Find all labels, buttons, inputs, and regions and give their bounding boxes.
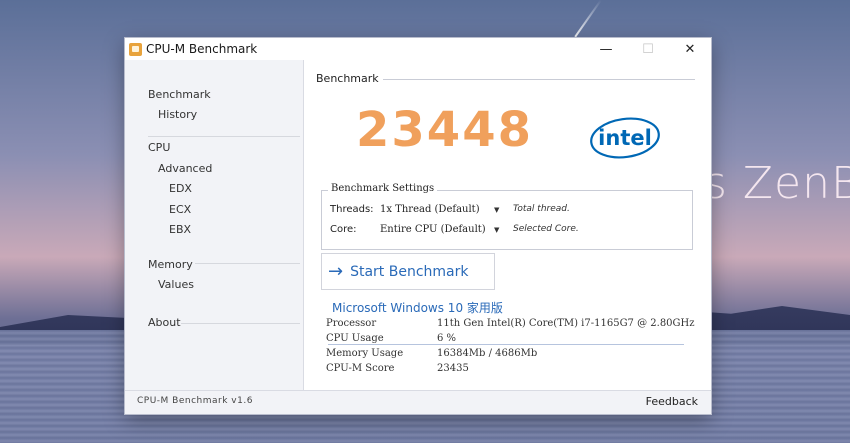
sidebar-divider (195, 263, 300, 264)
status-bar: CPU-M Benchmark v1.6 Feedback (125, 390, 711, 414)
app-icon (129, 42, 142, 56)
minimize-button[interactable]: — (585, 38, 627, 60)
sidebar-item-about[interactable]: About (148, 316, 181, 329)
core-select[interactable]: Entire CPU (Default) (380, 224, 486, 235)
threads-select[interactable]: 1x Thread (Default) (380, 204, 480, 215)
chevron-down-icon[interactable]: ▼ (494, 206, 499, 214)
sidebar-item-memory[interactable]: Memory (148, 258, 193, 271)
version-label: CPU-M Benchmark v1.6 (137, 396, 253, 406)
sidebar-item-benchmark[interactable]: Benchmark (148, 88, 211, 101)
sidebar-divider (181, 323, 300, 324)
wallpaper-light-streak (574, 0, 602, 38)
sidebar-item-advanced[interactable]: Advanced (158, 162, 212, 175)
benchmark-panel: Benchmark 23448 intel Benchmark Settings… (304, 60, 711, 391)
start-benchmark-label: Start Benchmark (350, 263, 469, 280)
os-divider (328, 344, 684, 345)
core-note: Selected Core. (513, 224, 579, 234)
sidebar-divider (148, 136, 300, 137)
memory-usage-key: Memory Usage (326, 348, 404, 359)
feedback-link[interactable]: Feedback (646, 395, 698, 408)
core-label: Core: (330, 224, 357, 235)
close-button[interactable]: ✕ (669, 38, 711, 60)
benchmark-score: 23448 (356, 102, 533, 158)
intel-logo: intel (590, 117, 660, 159)
app-window: CPU-M Benchmark — ☐ ✕ Benchmark History … (125, 38, 711, 414)
chevron-down-icon[interactable]: ▼ (494, 226, 499, 234)
cpu-m-score-key: CPU-M Score (326, 363, 395, 374)
threads-note: Total thread. (513, 204, 570, 214)
sidebar-item-ecx[interactable]: ECX (169, 203, 191, 216)
cpu-usage-key: CPU Usage (326, 333, 384, 344)
arrow-right-icon: → (328, 261, 344, 282)
memory-usage-value: 16384Mb / 4686Mb (437, 348, 538, 359)
sidebar-item-ebx[interactable]: EBX (169, 223, 191, 236)
sidebar-item-edx[interactable]: EDX (169, 182, 192, 195)
processor-key: Processor (326, 318, 377, 329)
sidebar: Benchmark History CPU Advanced EDX ECX E… (125, 60, 304, 391)
maximize-button[interactable]: ☐ (627, 38, 669, 60)
start-benchmark-button[interactable]: → Start Benchmark (321, 253, 495, 290)
wallpaper-text: s ZenBo (704, 158, 850, 209)
intel-logo-text: intel (598, 126, 652, 150)
title-bar[interactable]: CPU-M Benchmark — ☐ ✕ (125, 38, 711, 60)
sidebar-item-history[interactable]: History (158, 108, 197, 121)
sidebar-item-cpu[interactable]: CPU (148, 141, 170, 154)
threads-label: Threads: (330, 204, 374, 215)
window-title: CPU-M Benchmark (146, 42, 258, 56)
window-controls: — ☐ ✕ (585, 38, 711, 60)
cpu-usage-value: 6 % (437, 333, 457, 344)
benchmark-settings: Benchmark Settings Threads: 1x Thread (D… (321, 183, 693, 250)
section-title: Benchmark (316, 72, 383, 85)
sidebar-item-values[interactable]: Values (158, 278, 194, 291)
processor-value: 11th Gen Intel(R) Core(TM) i7-1165G7 @ 2… (437, 318, 695, 329)
settings-legend: Benchmark Settings (328, 183, 438, 194)
cpu-m-score-value: 23435 (437, 363, 469, 374)
os-title: Microsoft Windows 10 家用版 (332, 299, 507, 316)
